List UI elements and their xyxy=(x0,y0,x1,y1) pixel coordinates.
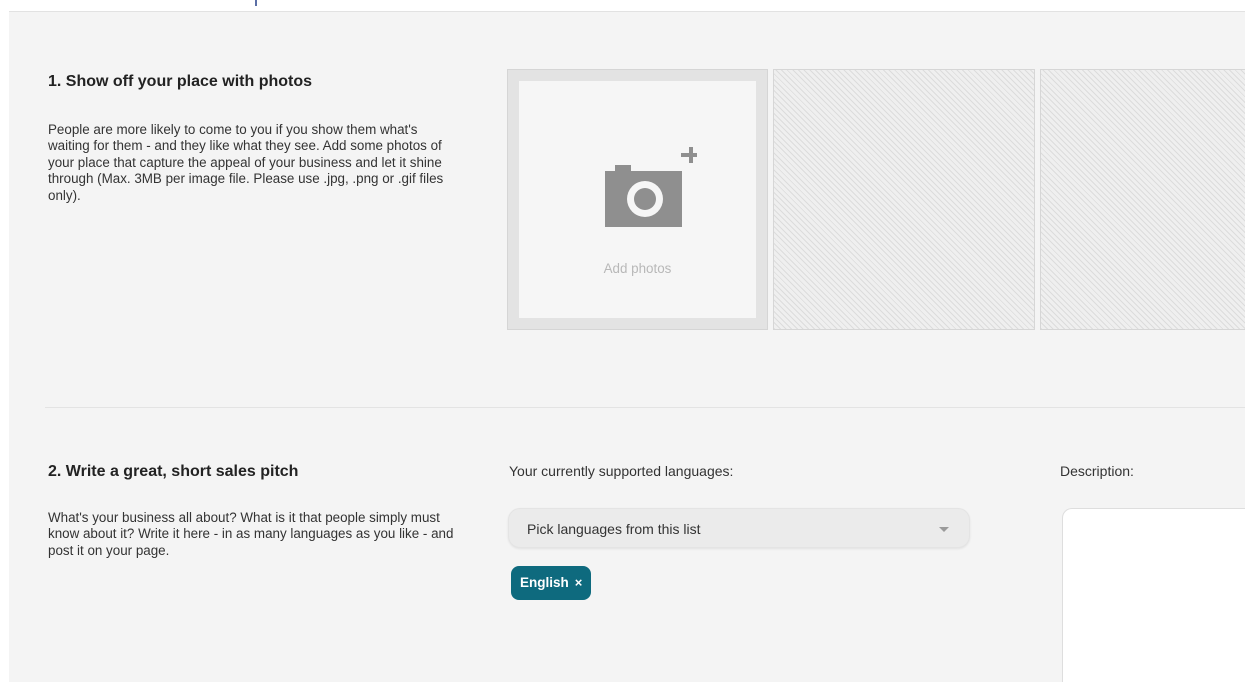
language-select[interactable]: Pick languages from this list xyxy=(508,508,970,548)
empty-photo-slot xyxy=(1040,69,1245,330)
page: 1. Show off your place with photos Peopl… xyxy=(0,0,1245,682)
section-divider xyxy=(45,407,1245,408)
photos-section-title: 1. Show off your place with photos xyxy=(48,73,313,90)
sales-pitch-section-title: 2. Write a great, short sales pitch xyxy=(48,463,299,480)
empty-photo-slot xyxy=(773,69,1035,330)
camera-plus-icon xyxy=(593,147,703,228)
photos-section-description: People are more likely to come to you if… xyxy=(48,122,444,203)
description-textarea[interactable] xyxy=(1063,509,1245,682)
chevron-down-icon xyxy=(939,527,949,532)
supported-languages-label: Your currently supported languages: xyxy=(509,463,734,479)
remove-language-icon[interactable]: × xyxy=(575,566,583,600)
language-tag-english: English × xyxy=(511,566,592,600)
sales-pitch-section-description: What's your business all about? What is … xyxy=(48,510,454,558)
top-scroll-indicator xyxy=(255,0,257,6)
add-photo-slot: Add photos xyxy=(507,69,768,330)
add-photos-button[interactable]: Add photos xyxy=(519,81,756,318)
description-label: Description: xyxy=(1060,463,1134,479)
description-box xyxy=(1062,508,1245,682)
language-select-value: Pick languages from this list xyxy=(527,521,701,537)
language-tag-label: English xyxy=(520,575,569,590)
add-photos-label: Add photos xyxy=(603,261,672,276)
